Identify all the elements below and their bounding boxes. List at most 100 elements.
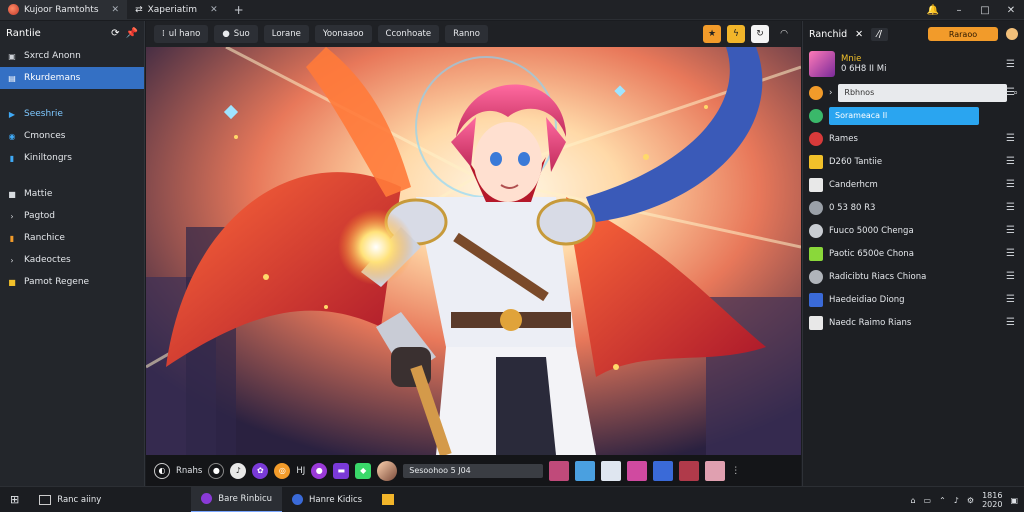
thumbnail-1[interactable] [549, 460, 570, 481]
thumbnail-2[interactable] [575, 460, 596, 481]
avatar[interactable] [1006, 28, 1018, 40]
circle-icon[interactable]: ● [208, 462, 225, 479]
sidebar-item-label: Seeshrie [24, 109, 63, 119]
menu-icon[interactable]: ☰ [1006, 317, 1015, 328]
media-bar: ◐ Rnahs ● ♪ ✿ ◎ HJ ● ▬ ◆ Sesoohoo 5 J04 … [146, 455, 801, 486]
settings-icon[interactable]: ✿ [252, 462, 269, 479]
list-item[interactable]: D260 Tantiie ☰ [803, 150, 1024, 173]
taskbar-item-2[interactable]: Bare Rinbicu [191, 486, 283, 512]
chat-icon[interactable]: ▭ [924, 496, 932, 505]
list-item[interactable]: Radicibtu Riacs Chiona ☰ [803, 265, 1024, 288]
music-icon[interactable]: ♪ [230, 462, 247, 479]
sidebar-item-2[interactable]: ▤ Rkurdemans [0, 67, 144, 89]
menu-icon[interactable]: ☰ [1006, 202, 1015, 213]
toolbar-button-3[interactable]: Lorane [263, 25, 309, 43]
sidebar-item-1[interactable]: ▣ Sxrcd Anonn [0, 45, 144, 67]
thumbnail-7[interactable] [705, 460, 726, 481]
list-item[interactable]: Naedc Raimo Rians ☰ [803, 311, 1024, 334]
close-tab-icon[interactable]: ✕ [112, 5, 120, 15]
close-tab-icon[interactable]: ✕ [210, 5, 218, 15]
profile-row[interactable]: Mnie 0 6H8 II Mi ☰ [803, 47, 1024, 81]
toolbar-button-5[interactable]: Cconhoate [377, 25, 440, 43]
green-tag-icon[interactable]: ◆ [355, 462, 372, 479]
star-icon[interactable]: ★ [703, 25, 721, 43]
list-item-label: D260 Tantiie [829, 156, 883, 167]
search-input[interactable]: Rbhnos [838, 83, 1008, 102]
notification-icon[interactable]: 🔔 [920, 5, 946, 16]
clock[interactable]: 1816 2020 [982, 491, 1002, 509]
sidebar-item-3[interactable]: ▶ Seeshrie [0, 103, 144, 125]
clock-time: 1816 [982, 491, 1003, 500]
chevron-up-icon[interactable]: ⌃ [939, 496, 946, 505]
collapse-icon[interactable]: ⁄/ [871, 27, 888, 41]
notification-icon[interactable]: ▣ [1010, 496, 1018, 505]
sidebar-item-7[interactable]: › Pagtod [0, 205, 144, 227]
settings-icon[interactable]: ⚙ [967, 496, 974, 505]
header-action-button[interactable]: Raraoo [928, 27, 998, 41]
sidebar-item-9[interactable]: › Kadeoctes [0, 249, 144, 271]
thumbnail-4[interactable] [627, 460, 648, 481]
sidebar-item-6[interactable]: ■ Mattie [0, 183, 144, 205]
minimize-button[interactable]: – [946, 5, 972, 16]
active-row[interactable]: Sorameaca Il [803, 104, 1024, 127]
network-icon[interactable]: ⌂ [910, 496, 915, 505]
headset-icon[interactable]: ◠ [775, 25, 793, 43]
taskbar-item-3[interactable]: Hanre Kidics [282, 487, 372, 512]
refresh-icon[interactable]: ↻ [751, 25, 769, 43]
orange-circle-icon[interactable]: ◎ [274, 462, 291, 479]
toolbar-label: ul hano [168, 29, 201, 39]
close-icon[interactable]: ✕ [855, 29, 863, 40]
toolbar-button-4[interactable]: Yoonaaoo [314, 25, 372, 43]
sidebar-item-5[interactable]: ▮ Kiniltongrs [0, 147, 144, 169]
new-tab-button[interactable]: + [226, 3, 252, 17]
thumbnail-3[interactable] [601, 460, 622, 481]
menu-icon[interactable]: ☰ [1006, 294, 1015, 305]
menu-icon[interactable]: ☰ [1006, 87, 1015, 98]
menu-icon[interactable]: ☰ [1006, 271, 1015, 282]
toolbar-button-2[interactable]: ● Suo [214, 25, 258, 43]
list-item[interactable]: 0 53 80 R3 ☰ [803, 196, 1024, 219]
menu-icon[interactable]: ☰ [1006, 59, 1015, 70]
menu-icon[interactable]: ☰ [1006, 156, 1015, 167]
thumbnail-5[interactable] [653, 460, 674, 481]
play-icon[interactable]: ◐ [154, 462, 170, 479]
list-item[interactable]: Haedeidiao Diong ☰ [803, 288, 1024, 311]
volume-icon[interactable]: ♪ [954, 496, 959, 505]
system-tray: ⌂ ▭ ⌃ ♪ ⚙ 1816 2020 ▣ [910, 487, 1018, 512]
list-item[interactable]: Paotic 6500e Chona ☰ [803, 242, 1024, 265]
artwork-canvas[interactable] [146, 47, 801, 455]
more-icon[interactable]: ⋮ [731, 466, 740, 476]
taskbar-item-4[interactable] [372, 487, 404, 512]
gray-circle-icon [809, 223, 823, 238]
progress-field[interactable]: Sesoohoo 5 J04 [403, 463, 544, 478]
browser-tab-2[interactable]: ⇄ Xaperiatim ✕ [127, 0, 226, 20]
menu-icon[interactable]: ☰ [1006, 225, 1015, 236]
list-item[interactable]: Rames ☰ [803, 127, 1024, 150]
refresh-icon[interactable]: ⟳ [111, 28, 119, 39]
lightning-icon[interactable]: ϟ [727, 25, 745, 43]
maximize-button[interactable]: □ [972, 5, 998, 16]
chat-icon[interactable]: ▬ [333, 462, 350, 479]
browser-tab-1[interactable]: Kujoor Ramtohts ✕ [0, 0, 128, 20]
taskbar-item-1[interactable]: Ranc aiiny [29, 487, 111, 512]
sidebar-item-10[interactable]: ■ Pamot Regene [0, 271, 144, 293]
menu-icon[interactable]: ☰ [1006, 133, 1015, 144]
film-icon: › [10, 255, 14, 265]
menu-icon[interactable]: ☰ [1006, 248, 1015, 259]
toolbar-button-6[interactable]: Ranno [445, 25, 488, 43]
purple-circle-icon[interactable]: ● [311, 462, 328, 479]
user-avatar[interactable] [377, 460, 398, 481]
thumbnail-6[interactable] [679, 460, 700, 481]
drive-icon: ▤ [8, 73, 16, 83]
window-icon [39, 494, 52, 505]
list-item[interactable]: Canderhcm ☰ [803, 173, 1024, 196]
active-item[interactable]: Sorameaca Il [829, 106, 979, 125]
start-button[interactable]: ⊞ [0, 487, 29, 512]
menu-icon[interactable]: ☰ [1006, 179, 1015, 190]
sidebar-item-4[interactable]: ◉ Cmonces [0, 125, 144, 147]
toolbar-button-1[interactable]: ⁞ ul hano [154, 25, 209, 43]
list-item[interactable]: Fuuco 5000 Chenga ☰ [803, 219, 1024, 242]
sidebar-item-8[interactable]: ▮ Ranchice [0, 227, 144, 249]
close-button[interactable]: ✕ [998, 5, 1024, 16]
pin-icon[interactable]: 📌 [126, 28, 138, 39]
